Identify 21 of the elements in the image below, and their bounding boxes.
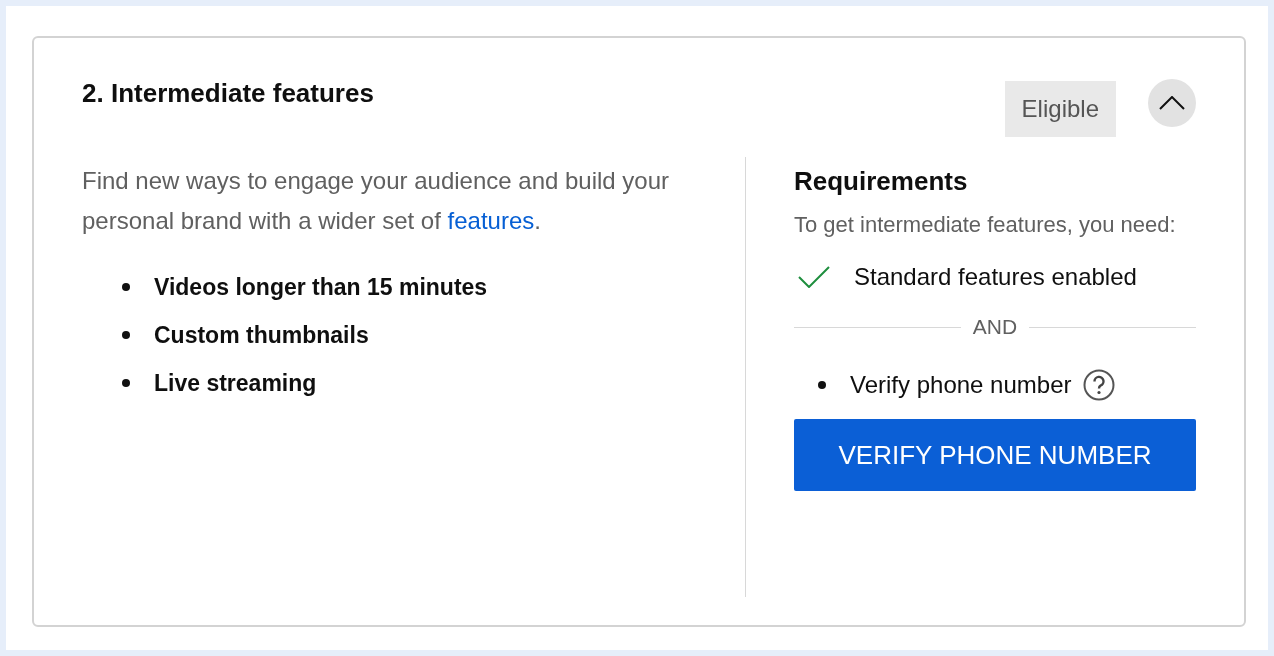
section-title: 2. Intermediate features: [82, 78, 374, 109]
bullet-icon: [122, 283, 130, 291]
help-icon[interactable]: [1083, 369, 1116, 401]
check-icon: [798, 266, 830, 288]
requirement-label: Standard features enabled: [854, 263, 1137, 291]
bullet-icon: [122, 331, 130, 339]
status-badge: Eligible: [1004, 81, 1116, 137]
bullet-icon: [818, 381, 826, 389]
features-link[interactable]: features: [447, 207, 535, 234]
requirement-label: Verify phone number: [850, 371, 1072, 399]
verify-button[interactable]: VERIFY PHONE NUMBER: [794, 419, 1196, 491]
requirements-intro: To get intermediate features, you need:: [794, 211, 1177, 239]
feature-item: Videos longer than 15 minutes: [154, 273, 488, 302]
feature-item: Live streaming: [154, 369, 317, 398]
chevron-icon: [1159, 96, 1185, 110]
bullet-icon: [122, 379, 130, 387]
requirements-title: Requirements: [794, 165, 969, 198]
and-separator: AND: [972, 315, 1018, 339]
collapse-button[interactable]: [1148, 79, 1196, 127]
description-text: Find new ways to engage your audience and build your personal brand with a wider set of features.: [82, 166, 671, 236]
feature-item: Custom thumbnails: [154, 321, 369, 350]
